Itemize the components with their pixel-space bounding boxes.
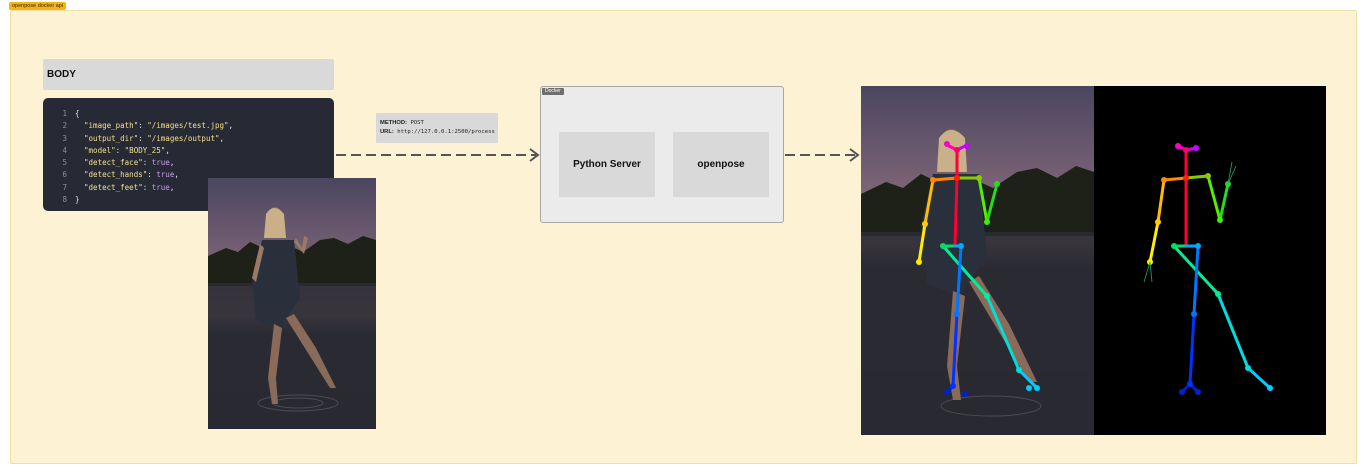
- arrow-to-output: [785, 148, 860, 162]
- output-skeleton-black: [1094, 86, 1326, 435]
- overlay-image: [861, 86, 1094, 435]
- canvas: openpose docker api BODY 1{2 "image_path…: [0, 0, 1366, 473]
- arrow-to-docker: [336, 148, 540, 162]
- skeleton-image: [1143, 143, 1273, 395]
- output-photo-overlay: [861, 86, 1094, 435]
